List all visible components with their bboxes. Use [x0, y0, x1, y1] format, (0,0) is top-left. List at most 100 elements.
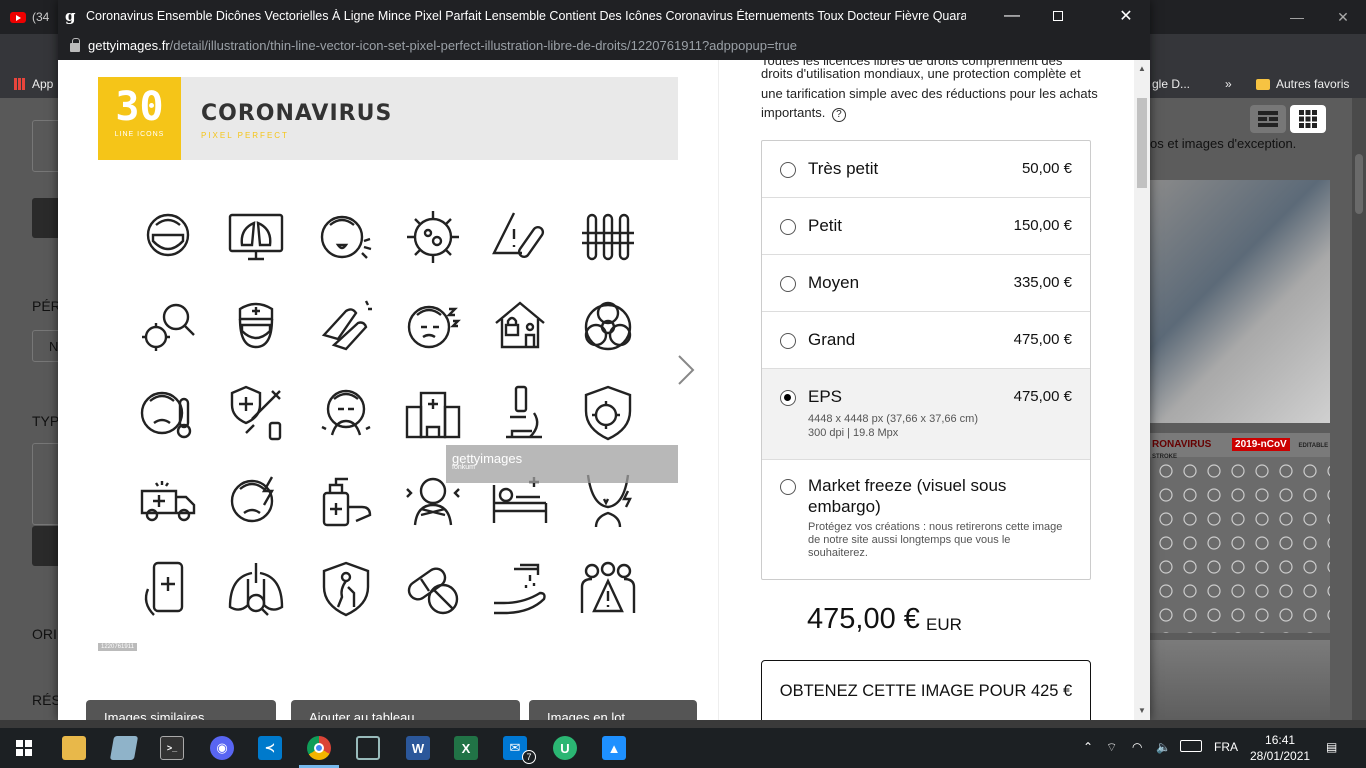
- result-thumbnail-room[interactable]: [1150, 640, 1330, 720]
- eps-dimensions: 4448 x 4448 px (37,66 x 37,66 cm): [808, 413, 978, 425]
- scroll-up-icon[interactable]: ▲: [1138, 64, 1146, 73]
- windows-start-icon[interactable]: [12, 736, 36, 760]
- word-icon[interactable]: W: [406, 736, 430, 760]
- scroll-down-icon[interactable]: ▼: [1138, 706, 1146, 715]
- preview-badge: 30 LINE ICONS: [98, 77, 181, 160]
- next-image-arrow[interactable]: [673, 352, 697, 388]
- radio-market-freeze[interactable]: [780, 479, 796, 495]
- doctor-icon: [226, 295, 286, 355]
- radio-tres-petit[interactable]: [780, 162, 796, 178]
- radio-moyen[interactable]: [780, 276, 796, 292]
- lungs-search-icon: [226, 559, 286, 619]
- virtualbox-icon[interactable]: [356, 736, 380, 760]
- batch-images-button[interactable]: Images en lot: [529, 700, 697, 720]
- size-option-petit[interactable]: Petit 150,00 €: [762, 198, 1090, 255]
- background-scrollbar[interactable]: [1352, 98, 1366, 720]
- wifi-icon[interactable]: ◠: [1132, 740, 1142, 754]
- biohazard-icon: [578, 295, 638, 355]
- mosaic-view-button[interactable]: [1250, 105, 1286, 133]
- bg-minimize-button[interactable]: —: [1274, 0, 1320, 34]
- clock-time: 16:41: [1265, 733, 1296, 747]
- preview-badge-number: 30: [115, 84, 164, 130]
- upwork-icon[interactable]: U: [553, 736, 577, 760]
- bg-close-button[interactable]: ✕: [1320, 0, 1366, 34]
- background-tab[interactable]: (34: [10, 7, 62, 27]
- sneezing-face-icon: [316, 383, 376, 443]
- clock-date: 28/01/2021: [1250, 749, 1311, 763]
- size-option-tres-petit[interactable]: Très petit 50,00 €: [762, 141, 1090, 198]
- vscode-icon[interactable]: ≺: [258, 736, 282, 760]
- popup-scroll-thumb[interactable]: [1137, 98, 1147, 188]
- keyboard-icon[interactable]: [1180, 740, 1202, 752]
- pills-icon: [403, 559, 463, 619]
- help-icon[interactable]: ?: [831, 108, 846, 122]
- background-page-bottom: [0, 720, 1366, 728]
- chrome-icon[interactable]: [307, 736, 331, 760]
- radio-eps[interactable]: [780, 390, 796, 406]
- bookmark-overflow[interactable]: »: [1225, 77, 1232, 91]
- hand-sanitizer-icon: [316, 471, 376, 531]
- test-tubes-icon: [578, 207, 638, 267]
- terminal-icon[interactable]: >_: [160, 736, 184, 760]
- purchase-pane: Toutes les licences libres de droits com…: [719, 60, 1150, 720]
- grid-view-button[interactable]: [1290, 105, 1326, 133]
- radio-grand[interactable]: [780, 333, 796, 349]
- add-to-board-button[interactable]: Ajouter au tableau: [291, 700, 520, 720]
- popup-close-button[interactable]: ✕: [1103, 0, 1149, 31]
- volume-icon[interactable]: 🔈: [1156, 740, 1171, 754]
- bookmark-google-docs[interactable]: gle D...: [1152, 77, 1190, 91]
- get-image-button[interactable]: OBTENEZ CETTE IMAGE POUR 425 €: [761, 660, 1091, 720]
- size-option-grand[interactable]: Grand 475,00 €: [762, 312, 1090, 369]
- headache-icon: [226, 471, 286, 531]
- language-indicator[interactable]: FRA: [1214, 740, 1238, 754]
- notifications-icon[interactable]: ▤: [1326, 740, 1337, 754]
- network-icon[interactable]: ⌔: [1106, 740, 1117, 755]
- youtube-icon: [10, 11, 26, 23]
- result-thumbnail-photo[interactable]: [1150, 180, 1330, 423]
- background-filter-sidebar: PÉR N TYP ORI RÉS: [0, 98, 62, 720]
- bookmark-other-favorites[interactable]: Autres favoris: [1256, 77, 1349, 91]
- preview-header: 30 LINE ICONS CORONAVIRUS PIXEL PERFECT: [98, 77, 678, 160]
- discord-icon[interactable]: ◉: [210, 736, 234, 760]
- notes-app-icon[interactable]: [109, 736, 139, 760]
- background-results: os et images d'exception. RONAVIRUS 2019…: [1150, 98, 1366, 720]
- medical-app-icon: [138, 559, 198, 619]
- bookmark-apps[interactable]: App: [14, 77, 53, 91]
- filter-label-period: PÉR: [32, 298, 61, 314]
- popup-scrollbar[interactable]: ▲ ▼: [1134, 60, 1150, 720]
- mail-badge: 7: [522, 750, 536, 764]
- tray-expand-icon[interactable]: ⌃: [1083, 740, 1093, 754]
- image-preview[interactable]: 30 LINE ICONS CORONAVIRUS PIXEL PERFECT: [98, 77, 678, 657]
- result-thumbnail-icons[interactable]: RONAVIRUS 2019-nCoV EDITABLE STROKE: [1150, 433, 1330, 633]
- excel-icon[interactable]: X: [454, 736, 478, 760]
- lungs-xray-icon: [226, 207, 286, 267]
- similar-images-button[interactable]: Images similaires: [86, 700, 276, 720]
- system-clock[interactable]: 16:41 28/01/2021: [1250, 732, 1310, 764]
- file-explorer-icon[interactable]: [62, 736, 86, 760]
- license-text: droits d'utilisation mondiaux, une prote…: [761, 66, 1098, 120]
- popup-maximize-button[interactable]: [1035, 0, 1081, 31]
- market-freeze-description: Protégez vos créations : nous retirerons…: [808, 521, 1063, 559]
- gettyimages-favicon-icon: g: [65, 6, 76, 25]
- mosaic-icon: [1258, 111, 1278, 127]
- eps-resolution: 300 dpi | 19.8 Mpx: [808, 427, 899, 439]
- radio-petit[interactable]: [780, 219, 796, 235]
- size-option-moyen[interactable]: Moyen 335,00 €: [762, 255, 1090, 312]
- filter-label-resolution: RÉS: [32, 692, 61, 708]
- popup-url-bar[interactable]: gettyimages.fr/detail/illustration/thin-…: [58, 31, 1150, 60]
- virus-search-icon: [138, 295, 198, 355]
- size-option-market-freeze[interactable]: Market freeze (visuel sous embargo) Prot…: [762, 460, 1090, 579]
- preview-badge-sub: LINE ICONS: [114, 131, 165, 138]
- photos-icon[interactable]: ▲: [602, 736, 626, 760]
- background-tab-label: (34: [32, 10, 50, 24]
- gettyimages-watermark: gettyimages fonkum: [446, 445, 678, 483]
- filter-label-type: TYP: [32, 413, 60, 429]
- face-mask-icon: [138, 207, 198, 267]
- total-price: 475,00 €: [807, 603, 920, 635]
- size-option-eps[interactable]: EPS 475,00 € 4448 x 4448 px (37,66 x 37,…: [762, 369, 1090, 460]
- popup-title: Coronavirus Ensemble Dicônes Vectorielle…: [86, 8, 966, 23]
- popup-minimize-button[interactable]: —: [989, 0, 1035, 31]
- hand-washing-icon: [316, 295, 376, 355]
- preview-icon-grid: [128, 195, 648, 645]
- folder-icon: [1256, 78, 1270, 90]
